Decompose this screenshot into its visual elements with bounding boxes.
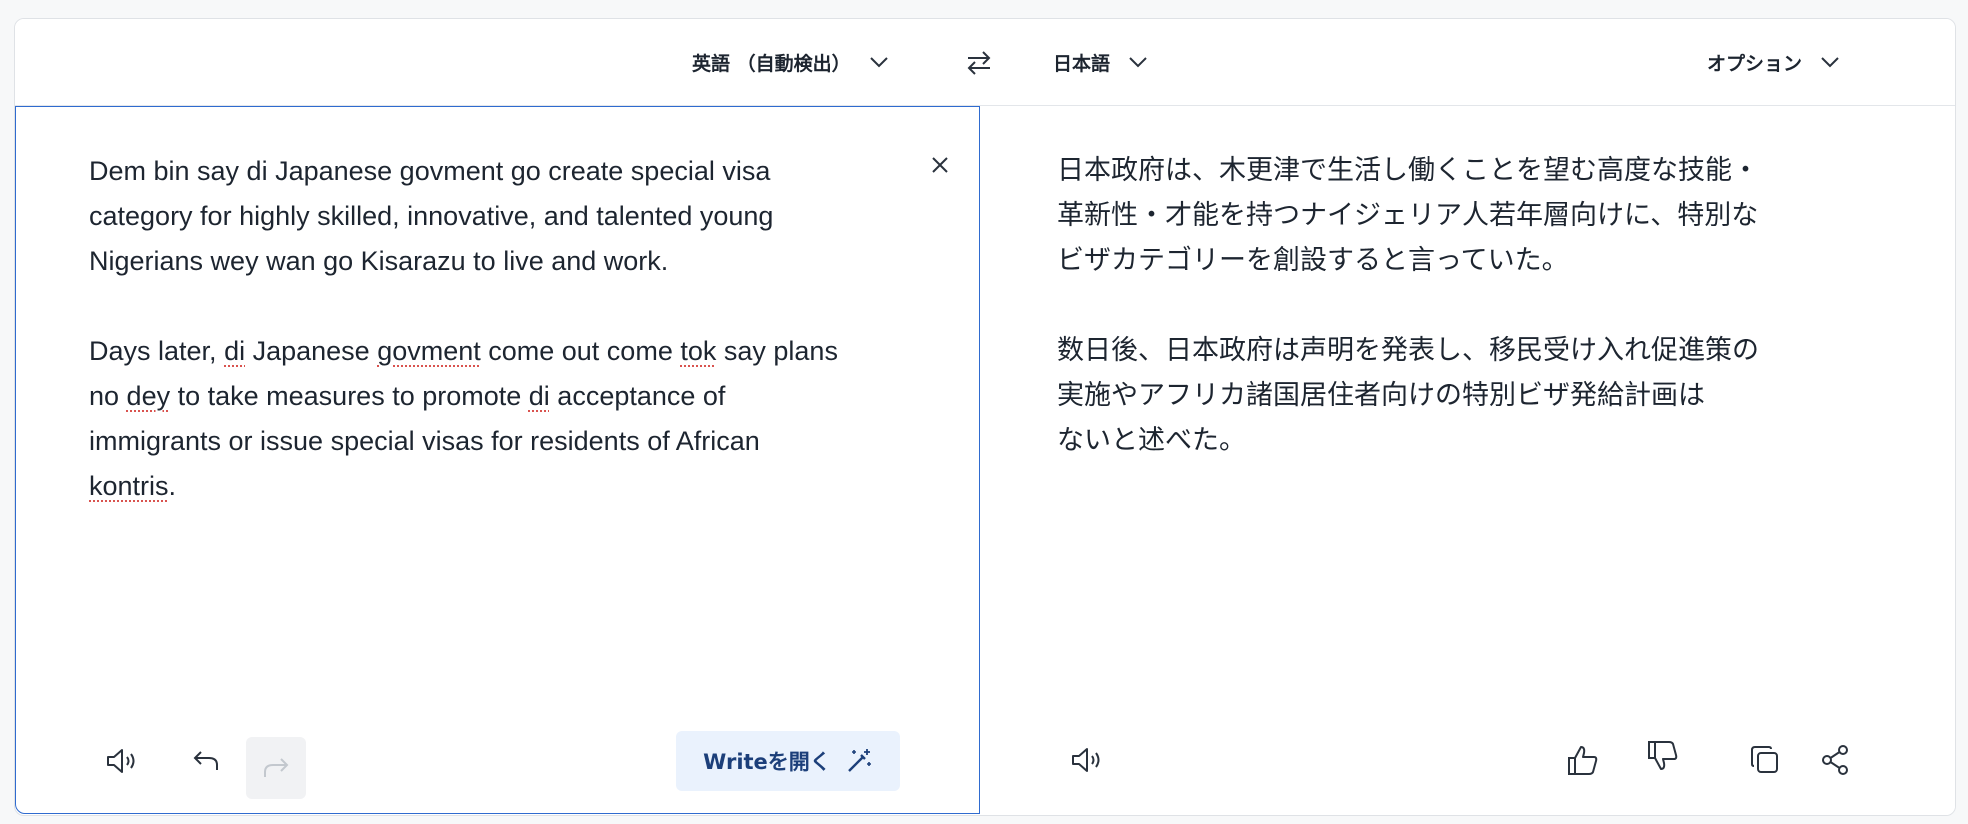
thumbs-up-button[interactable] [1559, 736, 1607, 784]
speaker-icon [1070, 746, 1104, 774]
thumbs-up-icon [1566, 743, 1600, 777]
translation-panel: 日本政府は、木更津で生活し働くことを望む高度な技能・ 革新性・才能を持つナイジェリ… [981, 106, 1955, 815]
undo-button[interactable] [182, 737, 230, 785]
translated-line: 革新性・才能を持つナイジェリア人若年層向けに、特別な [1057, 200, 1759, 231]
translator-window: 英語 （自動検出） 日本語 オプション Dem bin say di Japan… [14, 18, 1956, 816]
share-icon [1820, 744, 1850, 776]
translated-line: ないと述べた。 [1057, 425, 1246, 456]
translated-line: 日本政府は、木更津で生活し働くことを望む高度な技能・ [1057, 155, 1759, 186]
misspelled-word[interactable]: tok [680, 336, 716, 366]
translated-text: 日本政府は、木更津で生活し働くことを望む高度な技能・ 革新性・才能を持つナイジェリ… [1057, 148, 1887, 463]
language-bar: 英語 （自動検出） 日本語 オプション [15, 19, 1955, 106]
thumbs-down-button[interactable] [1639, 732, 1687, 780]
source-text-segment: Days later, [89, 336, 225, 366]
chevron-down-icon [1820, 56, 1840, 68]
translated-line: ビザカテゴリーを創設すると言っていた。 [1057, 245, 1569, 276]
source-language-selector[interactable]: 英語 （自動検出） [692, 19, 889, 105]
source-paragraph: Days later, di Japanese govment come out… [89, 329, 849, 509]
misspelled-word[interactable]: di [529, 381, 550, 411]
swap-arrows-icon [965, 50, 993, 76]
copy-icon [1749, 744, 1781, 776]
source-text-panel[interactable]: Dem bin say di Japanese govment go creat… [15, 106, 980, 814]
chevron-down-icon [869, 56, 889, 68]
source-paragraph: Dem bin say di Japanese govment go creat… [89, 149, 849, 284]
source-text-segment: come out come [480, 336, 681, 366]
clear-text-button[interactable] [924, 149, 956, 181]
write-button-label: Writeを開く [703, 750, 831, 774]
copy-button[interactable] [1741, 736, 1789, 784]
misspelled-word[interactable]: kontris [89, 471, 169, 501]
source-text-segment: Dem bin say di Japanese govment go creat… [89, 156, 774, 276]
chevron-down-icon [1128, 56, 1148, 68]
redo-button[interactable] [246, 737, 306, 799]
translated-line: 数日後、日本政府は声明を発表し、移民受け入れ促進策の [1057, 335, 1759, 366]
thumbs-down-icon [1646, 739, 1680, 773]
misspelled-word[interactable]: dey [127, 381, 171, 411]
translated-paragraph: 日本政府は、木更津で生活し働くことを望む高度な技能・ 革新性・才能を持つナイジェリ… [1057, 148, 1887, 283]
translated-paragraph: 数日後、日本政府は声明を発表し、移民受け入れ促進策の 実施やアフリカ諸国居住者向け… [1057, 328, 1887, 463]
redo-icon [261, 756, 291, 780]
open-write-button[interactable]: Writeを開く [676, 731, 900, 791]
speaker-icon [105, 747, 139, 775]
misspelled-word[interactable]: di [224, 336, 245, 366]
translated-line: 実施やアフリカ諸国居住者向けの特別ビザ発給計画は [1057, 380, 1705, 411]
listen-translation-button[interactable] [1063, 736, 1111, 784]
target-language-selector[interactable]: 日本語 [1053, 19, 1148, 105]
source-text-segment: Japanese [245, 336, 378, 366]
options-label: オプション [1707, 52, 1803, 75]
source-text-segment: . [168, 471, 177, 501]
listen-source-button[interactable] [98, 737, 146, 785]
magic-wand-icon [845, 747, 873, 775]
swap-languages-button[interactable] [963, 47, 995, 79]
source-text-segment: to take measures to promote [170, 381, 529, 411]
source-text-input[interactable]: Dem bin say di Japanese govment go creat… [89, 149, 849, 509]
undo-icon [191, 749, 221, 773]
misspelled-word[interactable]: govment [377, 336, 481, 366]
close-icon [930, 155, 950, 175]
source-language-label: 英語 （自動検出） [692, 52, 851, 75]
options-menu[interactable]: オプション [1707, 19, 1840, 105]
target-language-label: 日本語 [1053, 52, 1111, 75]
share-button[interactable] [1811, 736, 1859, 784]
